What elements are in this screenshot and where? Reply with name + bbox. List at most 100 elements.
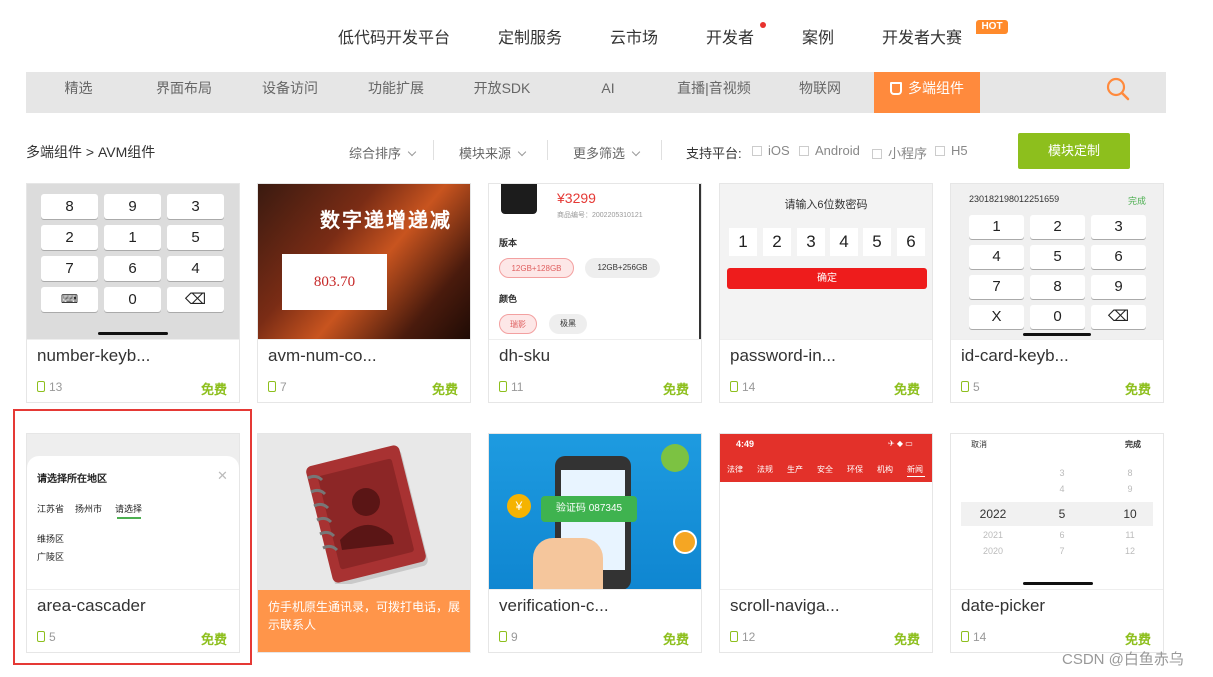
key: 4	[969, 245, 1024, 269]
picker-item: 9	[1127, 484, 1133, 494]
module-card-num-counter[interactable]: 数字递增递减 803.70 avm-num-co... 7 免费	[257, 183, 471, 403]
cat-live-av[interactable]: 直播|音视频	[661, 72, 767, 113]
card-price: 免费	[431, 382, 458, 397]
key: 7	[969, 275, 1024, 299]
pin-digit: 6	[897, 228, 925, 256]
card-thumbnail: 230182198012251659 完成 1 2 3 4 5 6 7 8 9 …	[951, 184, 1163, 340]
key: 5	[167, 225, 224, 250]
color-label: 颜色	[499, 294, 518, 304]
key: 2	[41, 225, 98, 250]
platform-ios[interactable]: iOS	[752, 143, 790, 158]
key: 9	[104, 194, 161, 219]
nav-dev-contest[interactable]: 开发者大赛	[882, 24, 962, 48]
module-card-contacts[interactable]: 仿手机原生通讯录，可拨打电话，展示联系人	[257, 433, 471, 653]
phone-icon	[961, 381, 969, 392]
key: 9	[1091, 275, 1146, 299]
platform-miniapp[interactable]: 小程序	[872, 143, 927, 162]
source-filter[interactable]: 模块来源	[459, 143, 527, 162]
module-card-number-keyboard[interactable]: 8 9 3 2 1 5 7 6 4 ⌨ 0 ⌫ number-keyb... 1…	[26, 183, 240, 403]
module-card-date-picker[interactable]: 取消 完成 3 8 4 9 2022 5 10 2021 6 11 2020 7…	[950, 433, 1164, 653]
pin-digit: 3	[797, 228, 825, 256]
active-tab-underline	[907, 476, 925, 477]
html5-icon	[890, 82, 902, 95]
card-title: password-in...	[730, 346, 836, 365]
key: 8	[1030, 275, 1085, 299]
source-filter-label: 模块来源	[459, 146, 512, 161]
card-title: number-keyb...	[37, 346, 151, 365]
more-filter[interactable]: 更多筛选	[573, 143, 641, 162]
thumb-title: 请输入6位数密码	[784, 199, 868, 211]
cat-ai[interactable]: AI	[555, 72, 661, 113]
module-card-id-card-keyboard[interactable]: 230182198012251659 完成 1 2 3 4 5 6 7 8 9 …	[950, 183, 1164, 403]
module-card-password-input[interactable]: 请输入6位数密码 1 2 3 4 5 6 确定 password-in... 1…	[719, 183, 933, 403]
card-count: 9	[499, 630, 518, 644]
card-price: 免费	[893, 632, 920, 647]
nav-cases[interactable]: 案例	[802, 24, 834, 48]
more-filter-label: 更多筛选	[573, 146, 626, 161]
product-image	[501, 184, 537, 214]
card-price: 免费	[662, 382, 689, 397]
nav-lowcode[interactable]: 低代码开发平台	[338, 24, 450, 48]
cat-featured[interactable]: 精选	[26, 72, 131, 113]
divider	[661, 140, 662, 160]
id-number: 230182198012251659	[969, 194, 1060, 204]
backspace-icon: ⌫	[1091, 305, 1146, 329]
search-icon[interactable]	[1106, 77, 1130, 103]
picker-item: 7	[1059, 546, 1065, 556]
phone-icon	[499, 381, 507, 392]
checkbox[interactable]	[872, 149, 882, 159]
count-value: 7	[280, 380, 287, 394]
nav-developer[interactable]: 开发者	[706, 24, 754, 48]
picker-item: 2021	[982, 530, 1004, 540]
cat-extension[interactable]: 功能扩展	[343, 72, 449, 113]
count-value: 14	[742, 380, 756, 394]
cat-device[interactable]: 设备访问	[237, 72, 343, 113]
phone-icon	[730, 381, 738, 392]
watermark: CSDN @白鱼赤乌	[1062, 651, 1184, 668]
spec-option: 12GB+128GB	[499, 258, 574, 278]
sort-filter[interactable]: 综合排序	[349, 143, 417, 162]
nav-cloud-market[interactable]: 云市场	[610, 24, 658, 48]
platform-h5[interactable]: H5	[935, 143, 968, 158]
nav-custom-service[interactable]: 定制服务	[498, 24, 562, 48]
card-thumbnail: 验证码 087345 ¥	[489, 434, 701, 590]
phone-icon	[268, 381, 276, 392]
card-thumbnail: 请输入6位数密码 1 2 3 4 5 6 确定	[720, 184, 932, 340]
module-custom-button[interactable]: 模块定制	[1018, 133, 1130, 169]
count-value: 13	[49, 380, 63, 394]
picker-selected-month: 5	[1058, 507, 1066, 521]
card-title: dh-sku	[499, 346, 551, 365]
key: 3	[167, 194, 224, 219]
hot-badge: HOT	[976, 20, 1008, 34]
divider	[433, 140, 434, 160]
checkbox[interactable]	[752, 146, 762, 156]
picker-selected-day: 10	[1123, 507, 1137, 521]
platform-h5-label: H5	[951, 143, 968, 158]
phone-icon	[37, 381, 45, 392]
module-card-verification-code[interactable]: 验证码 087345 ¥ verification-c... 9 免费	[488, 433, 702, 653]
module-card-scroll-navigation[interactable]: 4:49 ✈ ◆ ▭ 法律 法规 生产 安全 环保 机构 新闻 scroll-n…	[719, 433, 933, 653]
chevron-down-icon	[517, 147, 527, 157]
cat-multiplatform[interactable]: 多端组件	[874, 72, 980, 113]
nav-tab: 环保	[847, 465, 863, 474]
color-option: 瑞影	[499, 314, 537, 334]
address-book-icon	[306, 445, 428, 584]
module-card-dh-sku[interactable]: ¥3299 商品编号：2002205310121 版本 12GB+128GB 1…	[488, 183, 702, 403]
coin-icon: ¥	[507, 494, 531, 518]
platform-android[interactable]: Android	[799, 143, 860, 158]
phone-icon	[499, 631, 507, 642]
top-nav: 低代码开发平台 定制服务 云市场 开发者 案例 开发者大赛 HOT	[0, 0, 1213, 72]
picker-item: 11	[1125, 530, 1135, 540]
card-count: 12	[730, 630, 755, 644]
checkbox[interactable]	[935, 146, 945, 156]
card-title: scroll-naviga...	[730, 596, 840, 615]
cat-sdk[interactable]: 开放SDK	[449, 72, 555, 113]
key: 6	[1091, 245, 1146, 269]
cat-iot[interactable]: 物联网	[767, 72, 873, 113]
confirm-button: 确定	[727, 268, 927, 289]
divider	[547, 140, 548, 160]
cat-layout[interactable]: 界面布局	[131, 72, 237, 113]
key: 1	[104, 225, 161, 250]
checkbox[interactable]	[799, 146, 809, 156]
key: 0	[1030, 305, 1085, 329]
